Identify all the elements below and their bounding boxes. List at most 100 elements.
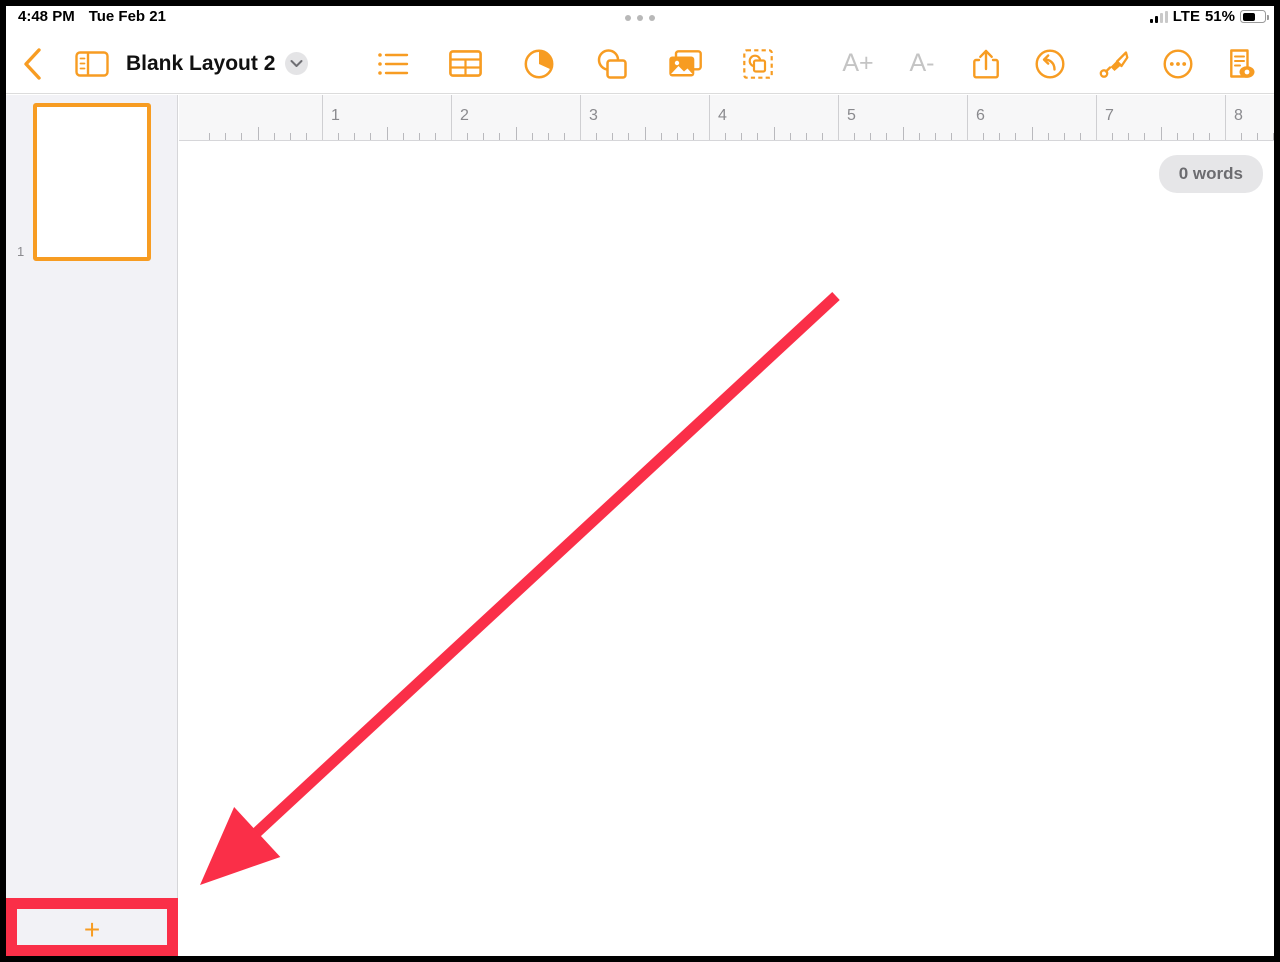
ruler-tick [692,133,694,140]
text-smaller-label: A- [909,49,935,77]
more-ellipsis-icon[interactable] [1146,34,1210,94]
ruler-inch-divider [322,95,323,140]
ruler-tick [434,133,436,140]
ruler-tick [757,133,759,140]
word-count-badge[interactable]: 0 words [1158,155,1263,193]
back-chevron-icon[interactable] [6,34,58,94]
ruler-tick [612,133,614,140]
battery-icon [1240,10,1269,23]
ruler-inch-divider [1225,95,1226,140]
ruler-tick [1112,133,1114,140]
ruler-tick [596,133,598,140]
ruler-inch-divider [451,95,452,140]
status-date: Tue Feb 21 [88,8,166,25]
ruler-tick [644,127,646,140]
app-toolbar: Blank Layout 2 A+ A- [6,34,1274,94]
ruler-inch-divider [709,95,710,140]
ruler-inch-divider [967,95,968,140]
status-bar-left: 4:48 PM Tue Feb 21 [18,8,166,25]
status-bar-right: LTE 51% [1149,8,1269,25]
chevron-down-icon[interactable] [285,52,309,75]
ruler-tick [1015,133,1017,140]
ruler-tick [628,133,630,140]
add-page-button[interactable]: + [6,902,178,956]
list-icon[interactable] [356,34,429,94]
ruler-tick [1273,133,1274,140]
ruler-tick [1144,133,1146,140]
undo-icon[interactable] [1018,34,1082,94]
ruler-tick [305,133,307,140]
ruler-mark-label: 6 [976,107,985,124]
horizontal-ruler[interactable]: 1 2 3 4 5 6 7 8 [179,95,1274,141]
ruler-tick [854,133,856,140]
ruler-tick [547,133,549,140]
ruler-tick [370,133,372,140]
ruler-tick [386,127,388,140]
plus-icon: + [83,913,101,945]
ruler-tick [1063,133,1065,140]
ruler-tick [950,133,952,140]
ruler-tick [789,133,791,140]
ruler-tick [870,133,872,140]
insert-tools-group [356,34,794,94]
group-objects-icon[interactable] [721,34,794,94]
ruler-tick [499,133,501,140]
page-thumbnail[interactable] [33,103,151,261]
status-bar: 4:48 PM Tue Feb 21 LTE 51% [6,6,1274,34]
text-bigger-button[interactable]: A+ [826,34,890,94]
ruler-tick [934,133,936,140]
document-title[interactable]: Blank Layout 2 [126,52,275,76]
ruler-tick [805,133,807,140]
ruler-tick [983,133,985,140]
media-icon[interactable] [648,34,721,94]
ruler-mark-label: 1 [331,107,340,124]
share-icon[interactable] [954,34,1018,94]
ruler-tick [225,133,227,140]
ruler-tick [1128,133,1130,140]
sidebar-toggle-icon[interactable] [66,34,118,94]
ruler-tick [886,133,888,140]
ruler-tick [563,133,565,140]
ruler-tick [1160,127,1162,140]
page-thumbnail-number: 1 [17,244,25,259]
ruler-tick [402,133,404,140]
ruler-tick [515,127,517,140]
ruler-tick [338,133,340,140]
ruler-tick [241,133,243,140]
document-canvas[interactable]: 0 words [179,141,1274,956]
ruler-tick [1031,127,1033,140]
ruler-tick [1047,133,1049,140]
ruler-tick [821,133,823,140]
chart-icon[interactable] [502,34,575,94]
ruler-tick [741,133,743,140]
ruler-mark-label: 4 [718,107,727,124]
text-smaller-button[interactable]: A- [890,34,954,94]
ruler-tick [467,133,469,140]
ruler-tick [257,127,259,140]
ruler-tick [676,133,678,140]
ruler-mark-label: 7 [1105,107,1114,124]
ruler-tick [660,133,662,140]
ruler-tick [418,133,420,140]
ruler-tick [273,133,275,140]
shape-icon[interactable] [575,34,648,94]
ruler-tick [918,133,920,140]
ruler-tick [354,133,356,140]
ruler-inch-divider [580,95,581,140]
status-network: LTE [1172,8,1200,25]
document-view-icon[interactable] [1210,34,1274,94]
ruler-tick [483,133,485,140]
ruler-tick [1208,133,1210,140]
status-battery-percent: 51% [1204,8,1235,25]
ruler-mark-label: 2 [460,107,469,124]
format-brush-icon[interactable] [1082,34,1146,94]
ruler-tick [773,127,775,140]
table-icon[interactable] [429,34,502,94]
ruler-tick [1176,133,1178,140]
ruler-tick [999,133,1001,140]
text-bigger-label: A+ [842,49,874,77]
page-thumbnail-item[interactable]: 1 [17,103,151,261]
ruler-tick [1241,133,1243,140]
ruler-mark-label: 5 [847,107,856,124]
status-time: 4:48 PM [18,8,75,25]
